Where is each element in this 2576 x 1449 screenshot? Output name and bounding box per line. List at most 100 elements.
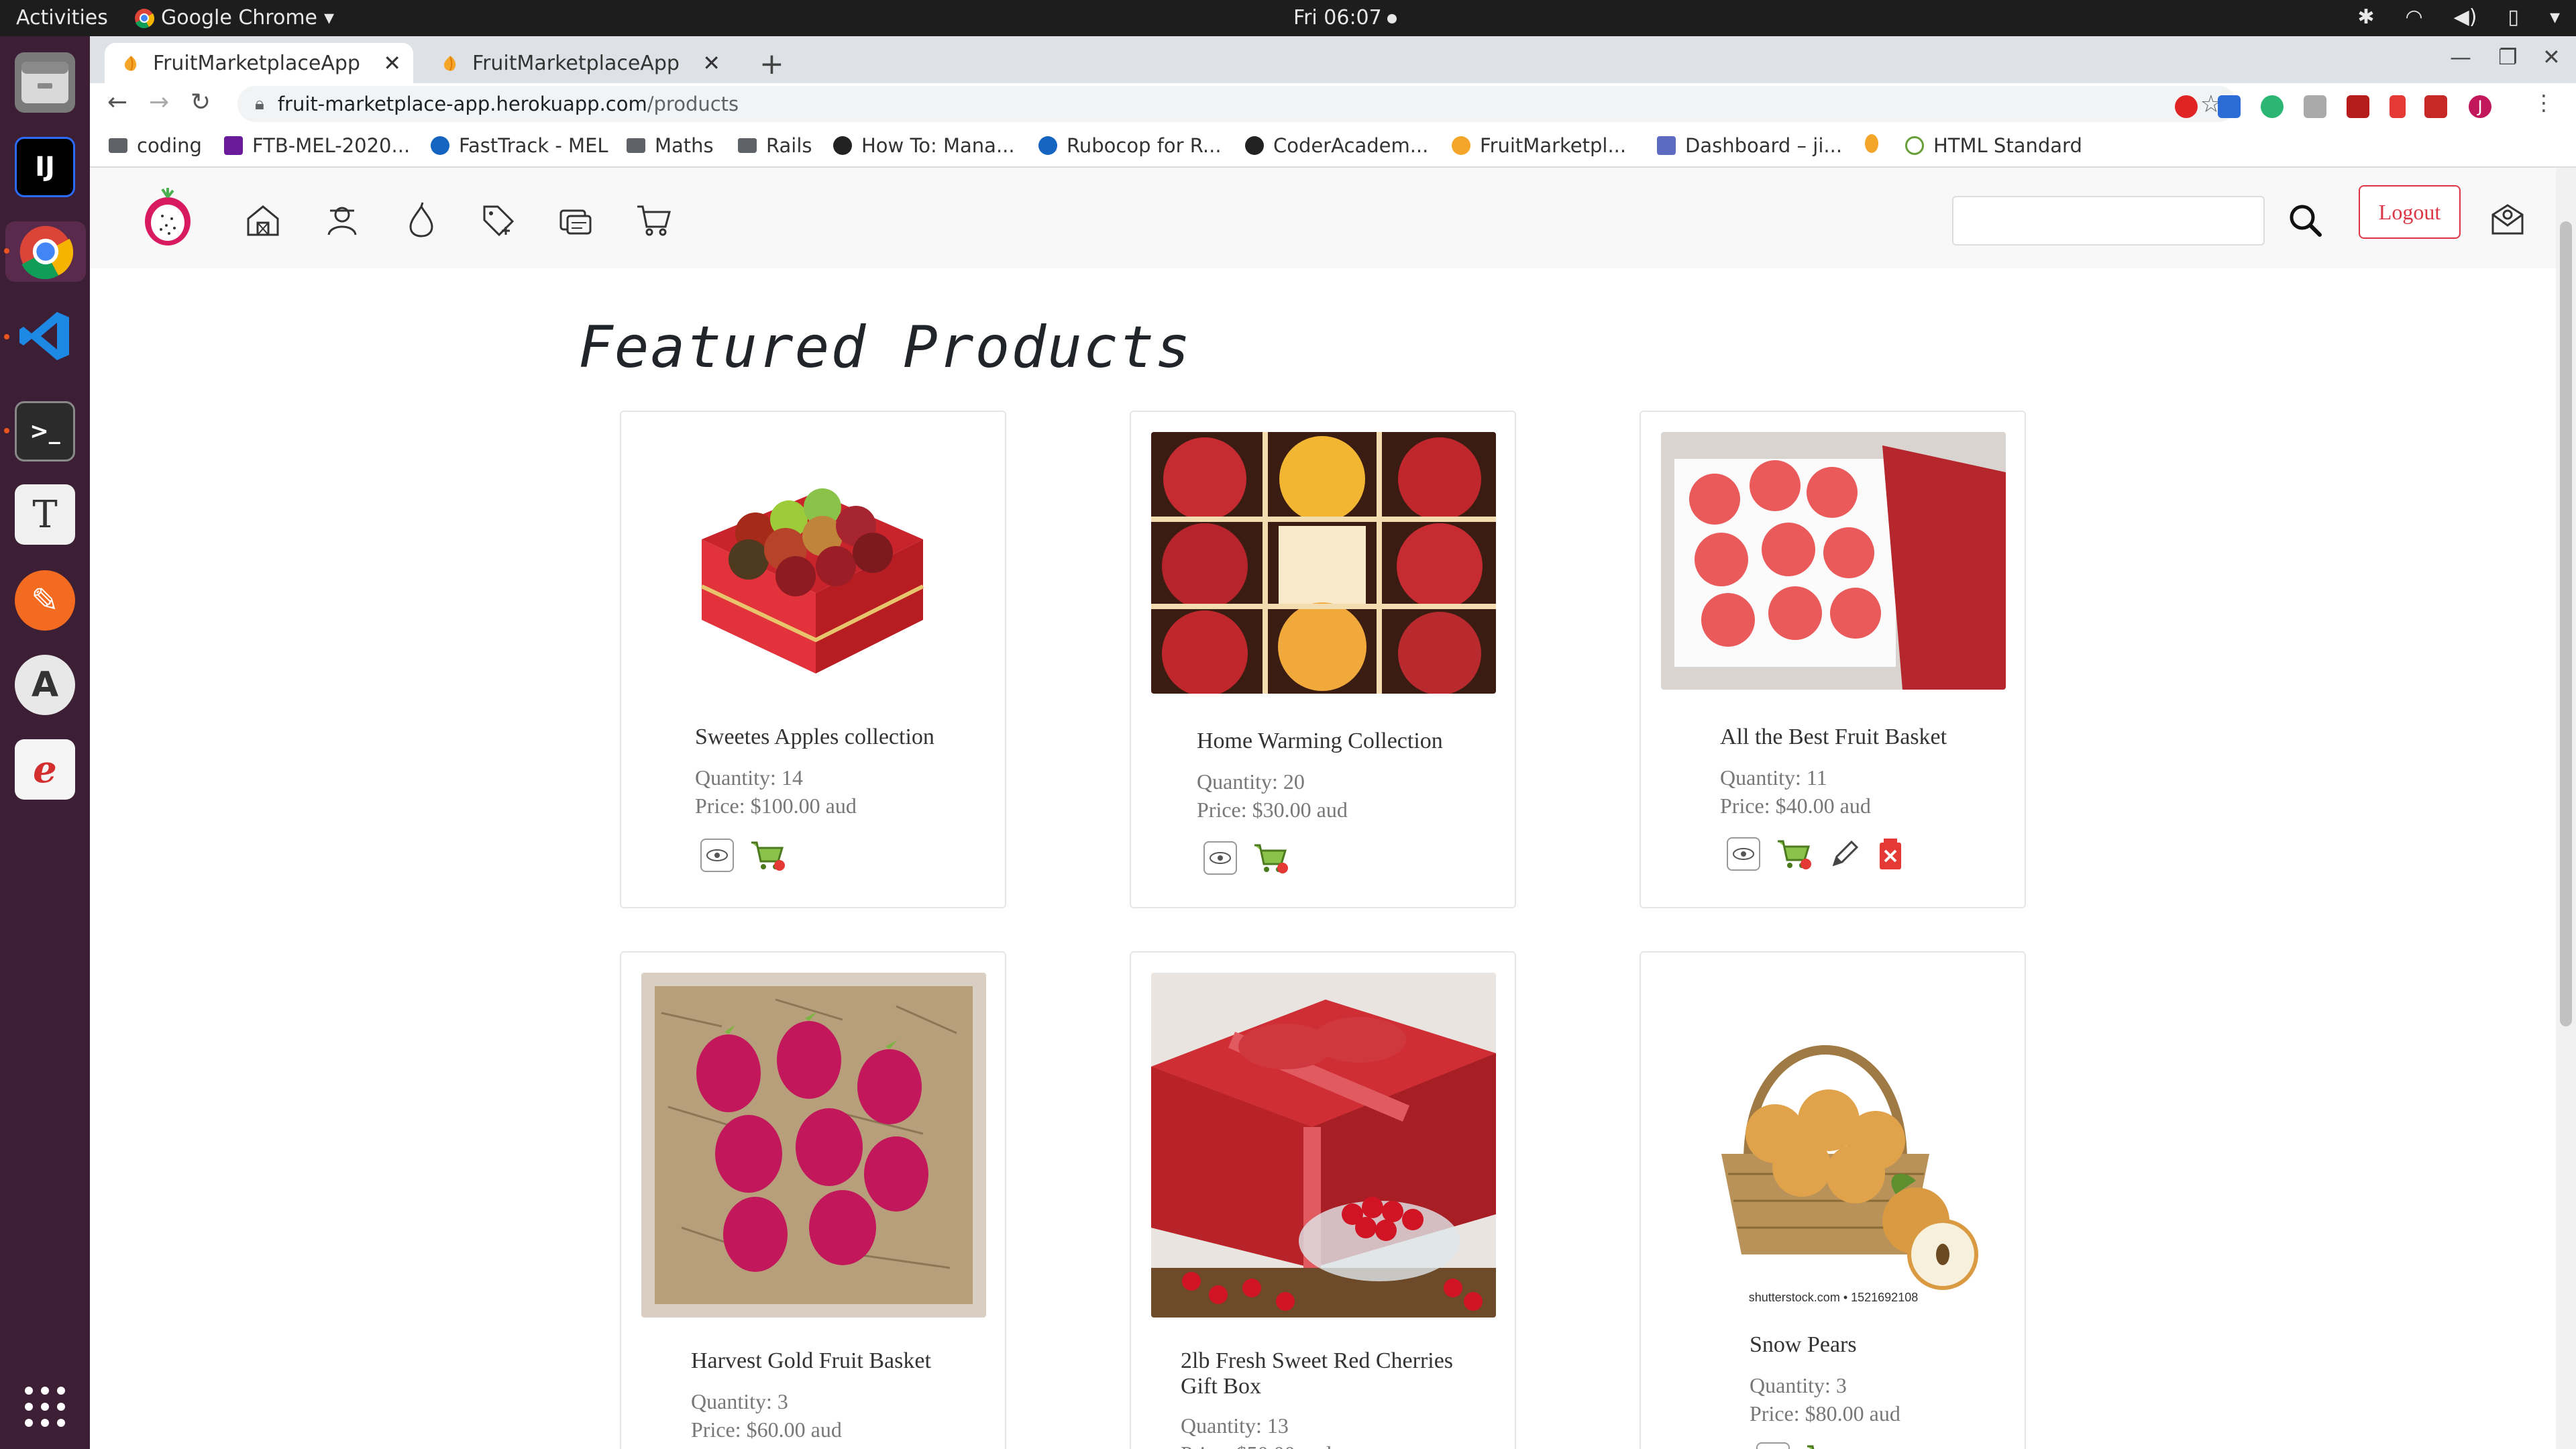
edit-pencil-icon[interactable] bbox=[1829, 838, 1861, 870]
bookmark-a-icon bbox=[1038, 136, 1057, 155]
chrome-dock-icon[interactable] bbox=[5, 221, 86, 282]
new-tab-icon[interactable]: + bbox=[759, 47, 784, 81]
scrollbar-thumb[interactable] bbox=[2560, 221, 2572, 1026]
product-name[interactable]: Home Warming Collection bbox=[1197, 729, 1443, 754]
running-indicator bbox=[4, 248, 9, 254]
wifi-icon[interactable]: ◠ bbox=[2405, 5, 2422, 29]
view-product-button[interactable] bbox=[700, 839, 734, 872]
bookmark-label: FruitMarketpl... bbox=[1480, 134, 1627, 157]
battery-icon[interactable]: ▯ bbox=[2508, 5, 2519, 29]
search-input[interactable] bbox=[1952, 196, 2265, 246]
reload-icon[interactable]: ↻ bbox=[191, 89, 211, 116]
folder-icon bbox=[109, 138, 127, 153]
product-price: Price: $50.00 aud bbox=[1181, 1440, 1332, 1449]
mailbox-icon[interactable] bbox=[2487, 200, 2528, 240]
tab-title: FruitMarketplaceApp bbox=[153, 51, 360, 75]
help-icon bbox=[1905, 136, 1924, 155]
home-barn-icon[interactable] bbox=[244, 201, 282, 239]
add-to-cart-icon[interactable] bbox=[1776, 836, 1813, 872]
product-image-home-warming[interactable] bbox=[1151, 432, 1496, 694]
activities-button[interactable]: Activities bbox=[16, 6, 108, 30]
grammarly-extension-icon[interactable] bbox=[2261, 95, 2284, 118]
terminal-icon[interactable]: >_ bbox=[15, 401, 75, 462]
search-icon[interactable] bbox=[2286, 201, 2324, 239]
bookmark-maths[interactable]: Maths bbox=[627, 134, 714, 157]
pen-app-icon[interactable]: ✎ bbox=[15, 570, 75, 631]
dragonfruit-logo-icon[interactable] bbox=[140, 188, 196, 248]
show-applications-icon[interactable] bbox=[15, 1377, 75, 1437]
software-updater-icon[interactable]: A bbox=[15, 655, 75, 715]
bookmark-fruitmarketplace[interactable]: FruitMarketpl... bbox=[1452, 134, 1626, 157]
add-to-cart-icon[interactable] bbox=[750, 837, 786, 873]
bookmark-dashboard[interactable]: Dashboard – ji... bbox=[1657, 134, 1842, 157]
close-tab-icon[interactable]: ✕ bbox=[383, 50, 401, 76]
close-tab-icon[interactable]: ✕ bbox=[702, 50, 720, 76]
bookmark-how-to[interactable]: How To: Mana... bbox=[833, 134, 1015, 157]
bookmark-coderacademy[interactable]: CoderAcadem... bbox=[1245, 134, 1428, 157]
tab-fruitmarketplace-2[interactable]: FruitMarketplaceApp ✕ bbox=[424, 43, 733, 83]
system-tray[interactable]: ✱ ◠ ◀) ▯ ▾ bbox=[2357, 5, 2560, 29]
add-tag-icon[interactable] bbox=[479, 201, 517, 239]
ebook-reader-icon[interactable]: e bbox=[15, 739, 75, 800]
product-name[interactable]: Snow Pears bbox=[1750, 1332, 1857, 1358]
s-extension-icon[interactable] bbox=[2218, 95, 2241, 118]
pear-icon[interactable] bbox=[402, 201, 440, 239]
view-product-button[interactable] bbox=[1756, 1442, 1790, 1449]
slack-icon[interactable]: ✱ bbox=[2357, 5, 2374, 29]
add-to-cart-icon[interactable] bbox=[1806, 1441, 1842, 1449]
clock[interactable]: Fri 06:07 bbox=[1293, 6, 1397, 30]
forward-arrow-icon[interactable]: → bbox=[149, 89, 169, 116]
product-image-apple-box[interactable] bbox=[641, 432, 986, 707]
text-editor-icon[interactable]: T bbox=[15, 484, 75, 545]
orders-icon[interactable] bbox=[557, 201, 594, 239]
bookmark-rails[interactable]: Rails bbox=[738, 134, 812, 157]
vscode-icon[interactable] bbox=[15, 306, 75, 366]
intellij-icon[interactable]: IJ bbox=[15, 137, 75, 197]
bookmark-ftb-mel[interactable]: FTB-MEL-2020... bbox=[224, 134, 410, 157]
restore-icon[interactable]: ❐ bbox=[2498, 44, 2518, 70]
off-extension-icon[interactable] bbox=[2347, 95, 2369, 118]
close-window-icon[interactable]: ✕ bbox=[2542, 44, 2561, 70]
bookmark-rubocop[interactable]: Rubocop for R... bbox=[1038, 134, 1222, 157]
logout-button[interactable]: Logout bbox=[2359, 185, 2461, 239]
files-icon[interactable] bbox=[15, 52, 75, 113]
add-to-cart-icon[interactable] bbox=[1253, 840, 1289, 876]
farmer-icon[interactable] bbox=[323, 201, 361, 239]
bookmark-html-standard[interactable]: HTML Standard bbox=[1905, 134, 2082, 157]
minimize-icon[interactable]: — bbox=[2450, 44, 2471, 70]
volume-icon[interactable]: ◀) bbox=[2454, 5, 2477, 29]
bookmark-a-icon bbox=[431, 136, 449, 155]
bookmark-coding[interactable]: coding bbox=[109, 134, 202, 157]
address-bar[interactable]: 🔒︎ fruit-marketplace-app.herokuapp.com/p… bbox=[237, 86, 2237, 122]
product-image-best-fruit-basket[interactable] bbox=[1661, 432, 2006, 690]
site-navbar: Logout bbox=[90, 168, 2556, 268]
stats-extension-icon[interactable] bbox=[2390, 95, 2406, 118]
power-menu-chevron-icon[interactable]: ▾ bbox=[2550, 5, 2560, 29]
lock-icon[interactable]: 🔒︎ bbox=[255, 94, 264, 115]
url-host: fruit-marketplace-app.herokuapp.com bbox=[277, 93, 647, 115]
view-product-button[interactable] bbox=[1203, 841, 1237, 875]
product-image-dragonfruit-box[interactable] bbox=[641, 973, 986, 1318]
product-quantity: Quantity: 3 bbox=[691, 1389, 788, 1413]
product-name[interactable]: 2lb Fresh Sweet Red Cherries Gift Box bbox=[1181, 1348, 1476, 1399]
app-menu[interactable]: Google Chrome ▾ bbox=[134, 6, 334, 30]
tab-fruitmarketplace-1[interactable]: FruitMarketplaceApp ✕ bbox=[105, 43, 413, 83]
cart-icon[interactable] bbox=[635, 201, 672, 239]
profile-avatar[interactable]: J bbox=[2469, 95, 2491, 118]
delete-trash-icon[interactable] bbox=[1877, 837, 1904, 871]
bookmark-fruit-2[interactable] bbox=[1865, 134, 1888, 153]
product-image-cherries-gift-box[interactable] bbox=[1151, 973, 1496, 1318]
lastpass-extension-icon[interactable] bbox=[2424, 95, 2447, 118]
product-name[interactable]: Harvest Gold Fruit Basket bbox=[691, 1348, 931, 1374]
product-image-snow-pears[interactable]: shutterstock.com • 1521692108 bbox=[1661, 973, 2006, 1308]
product-name[interactable]: All the Best Fruit Basket bbox=[1720, 724, 1947, 750]
back-arrow-icon[interactable]: ← bbox=[107, 89, 127, 116]
dropbox-extension-icon[interactable] bbox=[2304, 95, 2326, 118]
bookmark-fasttrack[interactable]: FastTrack - MEL bbox=[431, 134, 608, 157]
tab-title: FruitMarketplaceApp bbox=[472, 51, 680, 75]
view-product-button[interactable] bbox=[1727, 837, 1760, 871]
adblock-extension-icon[interactable] bbox=[2175, 95, 2198, 118]
product-name[interactable]: Sweetes Apples collection bbox=[695, 724, 934, 750]
bookmark-label: How To: Mana... bbox=[861, 134, 1015, 157]
chrome-menu-icon[interactable]: ⋮ bbox=[2533, 90, 2555, 115]
